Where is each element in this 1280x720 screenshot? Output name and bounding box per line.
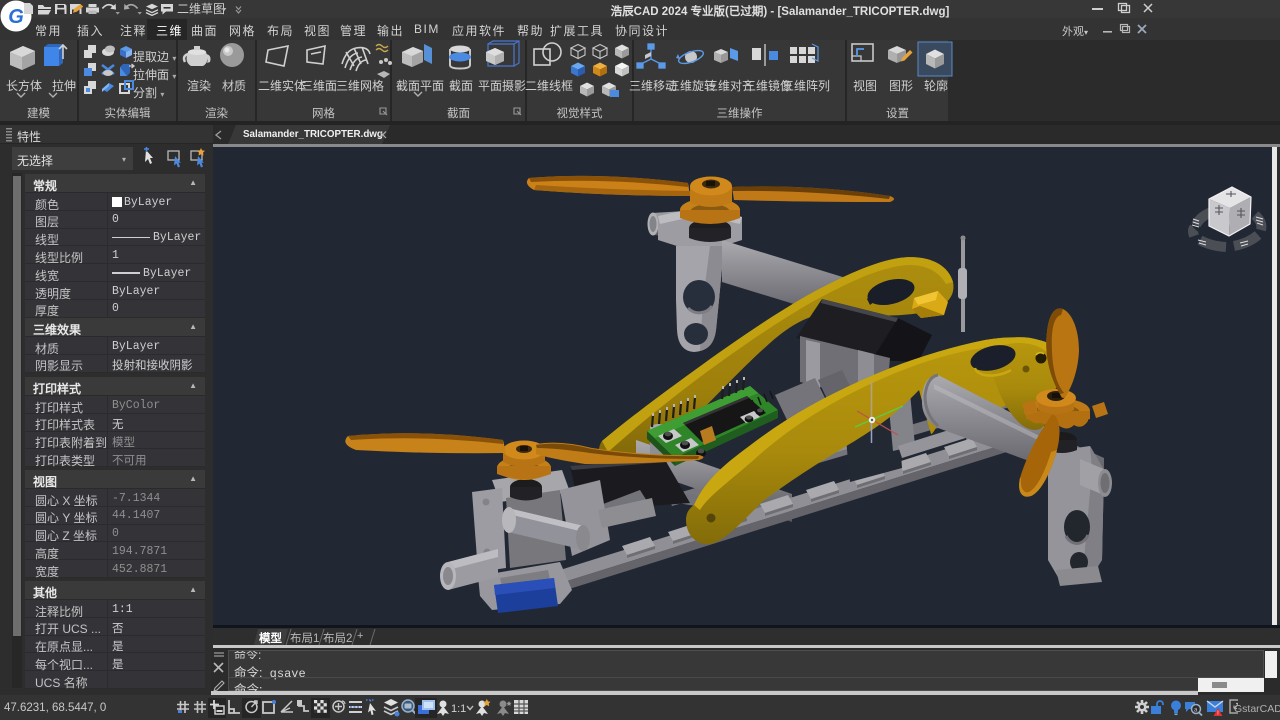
svg-text:G: G [8, 6, 24, 28]
svg-text:二维草图: 二维草图 [177, 2, 225, 16]
svg-text:1:1: 1:1 [451, 703, 466, 715]
